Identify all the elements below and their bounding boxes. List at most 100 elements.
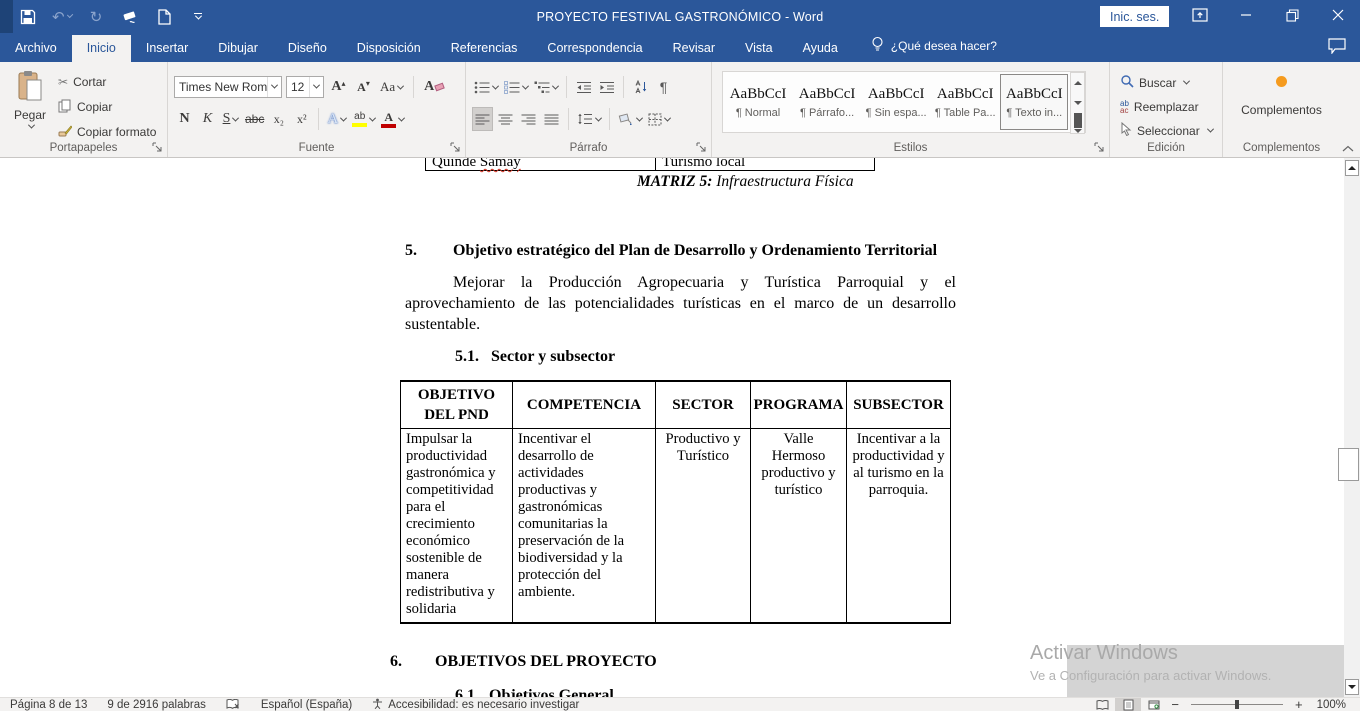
increase-indent-button[interactable]	[596, 75, 617, 99]
collapse-ribbon-icon[interactable]	[1342, 142, 1356, 154]
highlight-button[interactable]: ab	[350, 107, 377, 131]
format-painter-button[interactable]: Copiar formato	[58, 122, 156, 142]
sort-button[interactable]	[630, 75, 651, 99]
underline-label: S	[223, 111, 231, 127]
restore-icon[interactable]	[1272, 0, 1312, 30]
shading-button[interactable]	[616, 107, 644, 131]
scroll-up-icon[interactable]	[1345, 160, 1359, 176]
cut-button[interactable]: ✂ Cortar	[58, 72, 156, 92]
subscript-button[interactable]: x₂	[268, 107, 289, 131]
replace-button[interactable]: ab ac Reemplazar	[1120, 96, 1213, 117]
status-bar: Página 8 de 13 9 de 2916 palabras Españo…	[0, 697, 1360, 711]
style-texto-independiente[interactable]: AaBbCcI ¶ Texto in...	[1000, 74, 1068, 130]
decrease-indent-button[interactable]	[573, 75, 594, 99]
justify-button[interactable]	[541, 107, 562, 131]
tab-revisar[interactable]: Revisar	[658, 35, 730, 62]
change-case-button[interactable]: Aa	[378, 75, 405, 99]
font-family-combo[interactable]: Times New Roma	[174, 76, 282, 98]
styles-dialog-launcher-icon[interactable]	[1094, 142, 1105, 153]
multilevel-list-button[interactable]	[532, 75, 560, 99]
italic-button[interactable]: K	[197, 107, 218, 131]
text-effects-button[interactable]: A	[325, 107, 348, 131]
font-color-button[interactable]: A	[379, 107, 406, 131]
copy-button[interactable]: Copiar	[58, 97, 156, 117]
minimize-icon[interactable]	[1226, 0, 1266, 30]
find-button[interactable]: Buscar	[1120, 72, 1213, 93]
copy-icon	[58, 99, 72, 116]
align-center-button[interactable]	[495, 107, 516, 131]
comments-icon[interactable]	[1328, 38, 1346, 57]
language-indicator[interactable]: Español (España)	[251, 699, 362, 711]
shrink-font-button[interactable]: A▾	[353, 75, 374, 99]
web-layout-icon[interactable]	[1141, 698, 1167, 711]
highlight-label: ab	[354, 112, 365, 122]
top-table-cell-1[interactable]: Quinde Samay	[426, 158, 656, 170]
zoom-in-button[interactable]: +	[1291, 697, 1307, 711]
zoom-out-button[interactable]: −	[1167, 697, 1183, 711]
numbering-button[interactable]	[502, 75, 530, 99]
bold-button[interactable]: N	[174, 107, 195, 131]
tab-ayuda[interactable]: Ayuda	[788, 35, 853, 62]
align-right-button[interactable]	[518, 107, 539, 131]
print-layout-icon[interactable]	[1115, 698, 1141, 711]
tab-diseno[interactable]: Diseño	[273, 35, 342, 62]
shrink-font-label: A	[357, 80, 366, 95]
vertical-scrollbar[interactable]	[1344, 158, 1360, 697]
clipboard-group-label: Portapapeles	[0, 142, 167, 154]
tab-referencias[interactable]: Referencias	[436, 35, 533, 62]
styles-scroll-down-icon[interactable]	[1071, 93, 1084, 113]
proofing-icon[interactable]	[216, 699, 251, 710]
line-spacing-button[interactable]	[575, 107, 603, 131]
select-button[interactable]: Seleccionar	[1120, 120, 1213, 141]
read-mode-icon[interactable]	[1089, 698, 1115, 711]
tell-me-label: ¿Qué desea hacer?	[891, 39, 997, 53]
style-sin-espaciado[interactable]: AaBbCcI ¶ Sin espa...	[862, 74, 930, 130]
header-cell: PROGRAMA	[751, 381, 847, 429]
activate-windows-watermark: Activar Windows	[1030, 642, 1178, 665]
paste-button[interactable]: Pegar	[8, 70, 52, 142]
tab-vista[interactable]: Vista	[730, 35, 788, 62]
grow-font-button[interactable]: A▴	[328, 75, 349, 99]
word-count[interactable]: 9 de 2916 palabras	[97, 699, 215, 711]
tab-insertar[interactable]: Insertar	[131, 35, 203, 62]
tell-me-box[interactable]: ¿Qué desea hacer?	[853, 30, 1007, 62]
clear-formatting-button[interactable]: A	[422, 75, 446, 99]
clipboard-dialog-launcher-icon[interactable]	[152, 142, 163, 153]
style-normal[interactable]: AaBbCcI ¶ Normal	[724, 74, 792, 130]
sign-in-button[interactable]: Inic. ses.	[1100, 6, 1169, 27]
replace-icon: ab ac	[1120, 100, 1129, 114]
ribbon-display-options-icon[interactable]	[1180, 0, 1220, 30]
superscript-button[interactable]: x²	[291, 107, 312, 131]
styles-more-icon[interactable]	[1071, 113, 1084, 133]
font-dialog-launcher-icon[interactable]	[450, 142, 461, 153]
scrollbar-thumb[interactable]	[1338, 448, 1359, 481]
font-size-combo[interactable]: 12	[286, 76, 324, 98]
top-table-cell-2[interactable]: Turismo local	[656, 158, 874, 170]
zoom-slider-thumb[interactable]	[1235, 700, 1239, 709]
document-page[interactable]: Quinde Samay Turismo local MATRIZ 5: Inf…	[0, 158, 1344, 697]
tab-disposicion[interactable]: Disposición	[342, 35, 436, 62]
bullets-button[interactable]	[472, 75, 500, 99]
zoom-slider[interactable]	[1191, 704, 1283, 705]
align-left-button[interactable]	[472, 107, 493, 131]
show-marks-button[interactable]: ¶	[653, 75, 674, 99]
style-parrafo[interactable]: AaBbCcI ¶ Párrafo...	[793, 74, 861, 130]
scroll-down-icon[interactable]	[1345, 679, 1359, 695]
underline-button[interactable]: S	[220, 107, 241, 131]
strikethrough-button[interactable]: abc	[243, 107, 266, 131]
tab-inicio[interactable]: Inicio	[72, 35, 131, 62]
addins-button[interactable]: Complementos	[1223, 70, 1340, 117]
tab-correspondencia[interactable]: Correspondencia	[532, 35, 657, 62]
format-painter-label: Copiar formato	[77, 125, 156, 139]
style-table-paragraph[interactable]: AaBbCcI ¶ Table Pa...	[931, 74, 999, 130]
close-icon[interactable]	[1318, 0, 1358, 30]
accessibility-status[interactable]: Accesibilidad: es necesario investigar	[362, 698, 589, 711]
tab-archivo[interactable]: Archivo	[0, 35, 72, 62]
tab-dibujar[interactable]: Dibujar	[203, 35, 273, 62]
subscript-label: x₂	[274, 112, 284, 127]
styles-scroll-up-icon[interactable]	[1071, 73, 1084, 93]
borders-button[interactable]	[646, 107, 672, 131]
paragraph-dialog-launcher-icon[interactable]	[696, 142, 707, 153]
zoom-level[interactable]: 100%	[1307, 699, 1360, 711]
page-indicator[interactable]: Página 8 de 13	[0, 699, 97, 711]
